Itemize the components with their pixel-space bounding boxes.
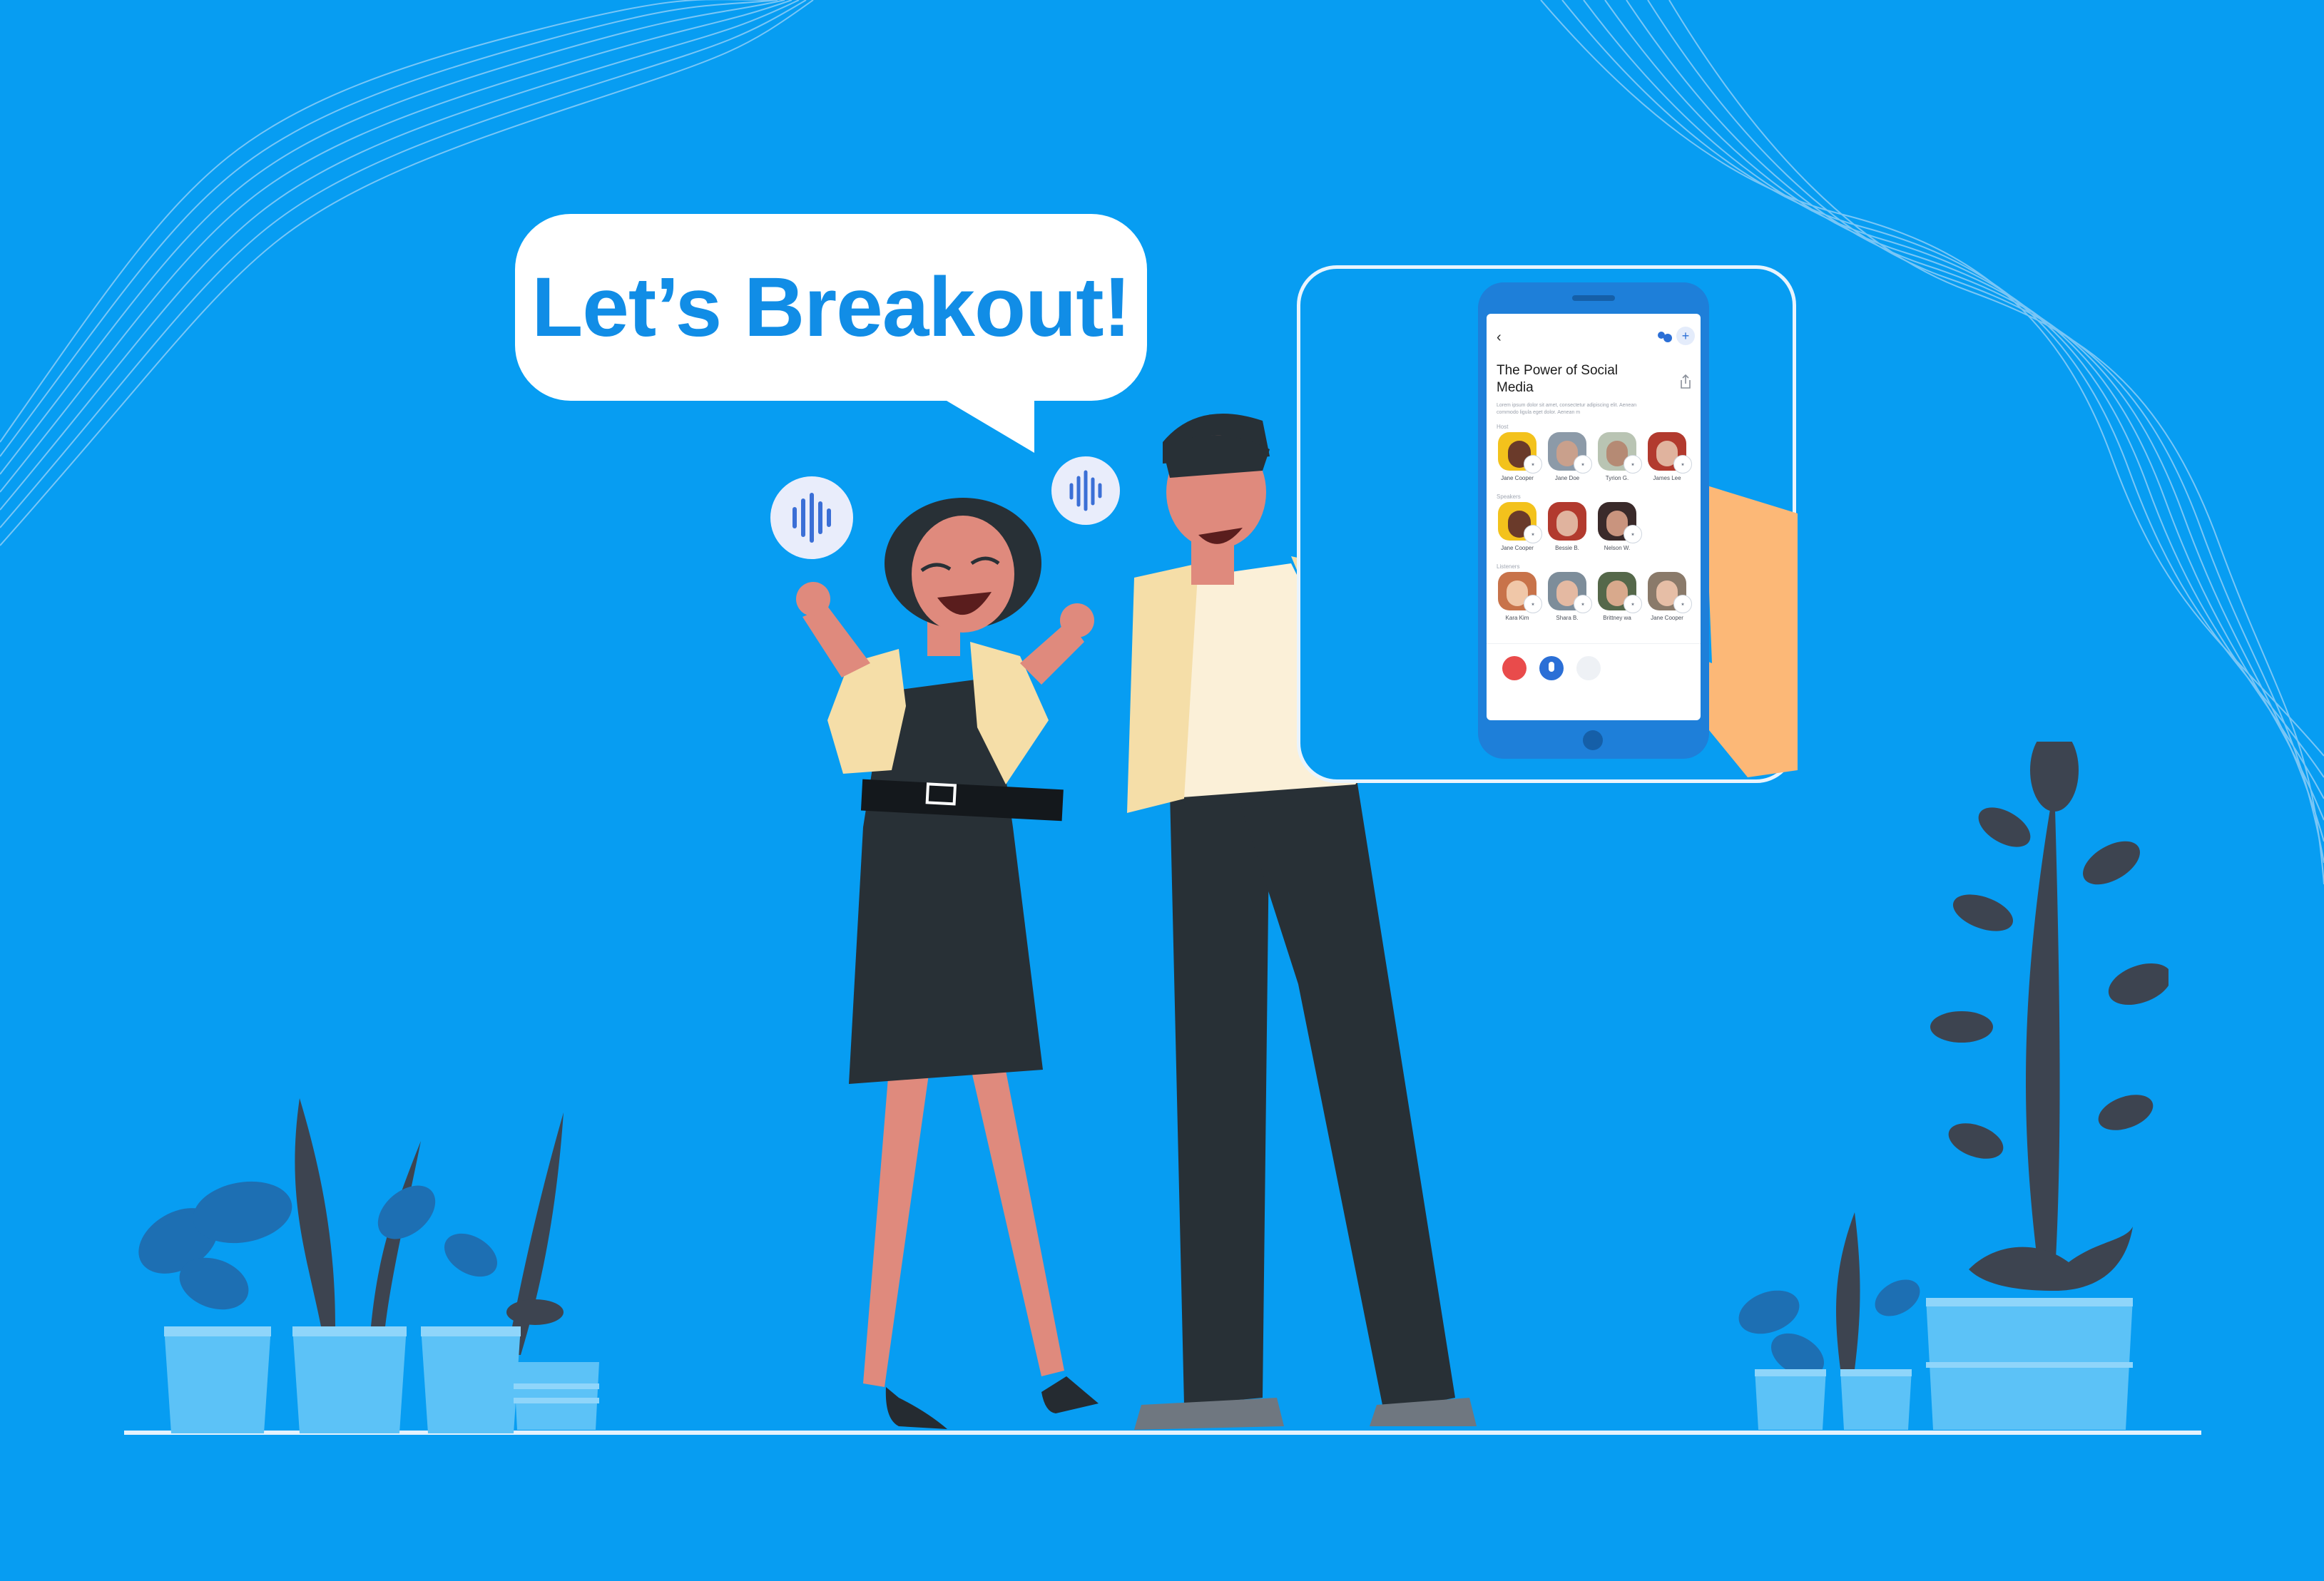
speech-bubble-tail: [920, 385, 1034, 453]
mic-off-icon: ⋆: [1624, 455, 1642, 474]
room-title-line1: The Power of Social: [1497, 363, 1619, 378]
mic-off-icon: ⋆: [1574, 595, 1592, 613]
phone-screen: ‹ + The Power of Social Media Lorem ipsu…: [1487, 314, 1701, 720]
leave-icon[interactable]: [1502, 656, 1527, 680]
participant-name: James Lee: [1653, 475, 1681, 481]
participant-name: Jane Doe: [1554, 475, 1580, 481]
mic-off-icon: ⋆: [1673, 455, 1692, 474]
participant-name: Nelson W.: [1604, 545, 1631, 551]
mic-icon[interactable]: [1539, 656, 1564, 680]
speaker-icon[interactable]: [1576, 656, 1601, 680]
speech-bubble-text: Let’s Breakout!: [531, 260, 1131, 354]
room-title-line2: Media: [1497, 380, 1534, 395]
chevron-left-icon[interactable]: ‹: [1497, 329, 1502, 346]
illustration-canvas: Let’s Breakout! ‹ + The Power of Social …: [0, 0, 2324, 1581]
room-description-line1: Lorem ipsum dolor sit amet, consectetur …: [1497, 403, 1637, 408]
plus-icon[interactable]: +: [1676, 327, 1695, 345]
participant-name: Jane Cooper: [1651, 615, 1683, 621]
people-icon[interactable]: [1655, 329, 1673, 345]
participant-name: Bessie B.: [1555, 545, 1579, 551]
share-icon[interactable]: [1679, 374, 1692, 389]
plants-right: [1738, 742, 2168, 1430]
section-label-speakers: Speakers: [1497, 493, 1521, 500]
participant-name: Jane Cooper: [1501, 545, 1534, 551]
mic-off-icon: ⋆: [1574, 455, 1592, 474]
section-label-listeners: Listeners: [1497, 563, 1520, 570]
mic-icon: ⋆: [1524, 525, 1542, 543]
participant-name: Kara Kim: [1505, 615, 1529, 621]
speakers-row: ⋆ Jane Cooper Bessie B. ⋆ Nelson W.: [1494, 502, 1701, 559]
speech-bubble: Let’s Breakout!: [515, 214, 1147, 401]
participant-name: Tyrion G.: [1605, 475, 1629, 481]
mic-off-icon: ⋆: [1524, 595, 1542, 613]
mic-off-icon: ⋆: [1624, 525, 1642, 543]
plants-left: [138, 1098, 599, 1433]
phone-device: ‹ + The Power of Social Media Lorem ipsu…: [1478, 282, 1709, 759]
room-description-line2: commodo ligula eget dolor. Aenean m: [1497, 410, 1581, 415]
host-row: ⋆ Jane Cooper ⋆ Jane Doe ⋆ Tyrion G. ⋆ J…: [1494, 432, 1701, 489]
mic-off-icon: ⋆: [1624, 595, 1642, 613]
participant-name: Brittney wa: [1603, 615, 1631, 621]
section-label-host: Host: [1497, 424, 1509, 430]
divider: [1487, 643, 1701, 644]
listeners-row: ⋆ Kara Kim ⋆ Shara B. ⋆ Brittney wa ⋆ Ja…: [1494, 572, 1701, 629]
avatar[interactable]: [1548, 502, 1586, 541]
participant-name: Shara B.: [1556, 615, 1579, 621]
phone-home-button: [1583, 730, 1603, 750]
participant-name: Jane Cooper: [1501, 475, 1534, 481]
phone-speaker: [1572, 295, 1615, 301]
mic-off-icon: ⋆: [1673, 595, 1692, 613]
mic-icon: ⋆: [1524, 455, 1542, 474]
